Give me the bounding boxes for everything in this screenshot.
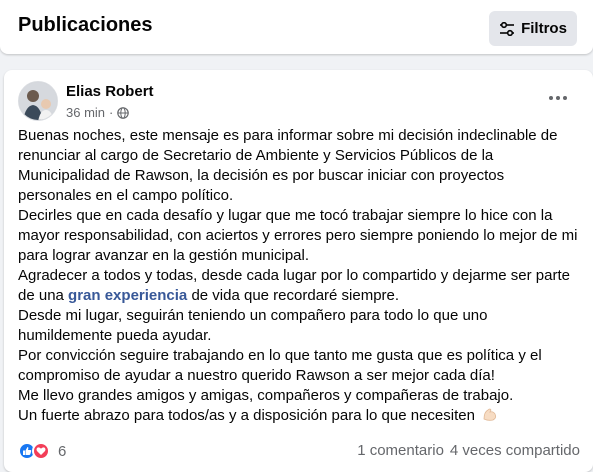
page-title: Publicaciones <box>18 14 153 36</box>
page-header: Publicaciones Filtros <box>0 0 593 54</box>
post-body: Buenas noches, este mensaje es para info… <box>18 126 580 426</box>
post-text: de vida que recordaré siempre. <box>187 287 400 304</box>
globe-icon <box>117 106 130 119</box>
post-author[interactable]: Elias Robert <box>66 83 154 100</box>
filters-button[interactable]: Filtros <box>489 11 577 46</box>
post-footer: 6 1 comentario 4 veces compartido <box>18 440 580 464</box>
post-paragraph: Me llevo grandes amigos y amigas, compañ… <box>18 387 514 404</box>
love-reaction-icon <box>32 442 50 460</box>
post-paragraph: Desde mi lugar, seguirán teniendo un com… <box>18 307 488 344</box>
post-stats: 1 comentario 4 veces compartido <box>357 442 580 459</box>
post-paragraph: Agradecer a todos y todas, desde cada lu… <box>18 266 580 306</box>
comments-count[interactable]: 1 comentario <box>357 442 444 459</box>
post-closing: Un fuerte abrazo para todos/as y a dispo… <box>18 407 475 424</box>
post-meta: 36 min · <box>66 105 130 120</box>
post-paragraph: Buenas noches, este mensaje es para info… <box>18 127 558 204</box>
reaction-count: 6 <box>58 442 67 460</box>
reactions-summary[interactable]: 6 <box>18 442 66 460</box>
post-paragraph: Decirles que en cada desafío y lugar que… <box>18 207 578 264</box>
post-card: Elias Robert 36 min · Buenas noches, est… <box>4 70 593 472</box>
filters-label: Filtros <box>521 20 567 37</box>
avatar[interactable] <box>18 81 58 121</box>
meta-separator: · <box>109 105 114 120</box>
post-paragraph: Por convicción seguire trabajando en lo … <box>18 347 542 384</box>
avatar-image <box>19 82 57 120</box>
tagged-link[interactable]: gran experiencia <box>68 287 187 304</box>
post-time[interactable]: 36 min <box>66 105 105 120</box>
flexed-biceps-emoji-icon <box>483 408 497 421</box>
sliders-icon <box>500 21 515 36</box>
shares-count[interactable]: 4 veces compartido <box>450 442 580 459</box>
more-options-icon[interactable] <box>542 88 574 108</box>
post-paragraph: Un fuerte abrazo para todos/as y a dispo… <box>18 406 580 426</box>
